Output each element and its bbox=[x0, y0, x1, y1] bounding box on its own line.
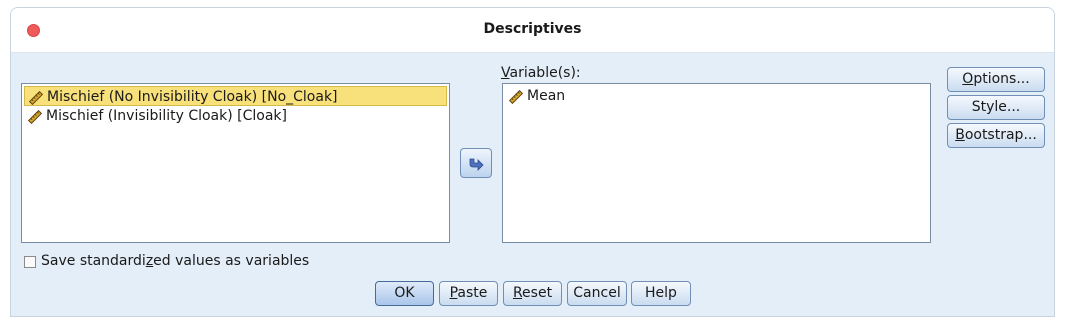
ok-button[interactable]: OK bbox=[375, 281, 434, 306]
help-button[interactable]: Help bbox=[631, 281, 691, 306]
scale-ruler-icon bbox=[509, 90, 523, 104]
move-to-variables-button[interactable] bbox=[460, 148, 492, 178]
title-bar: Descriptives bbox=[11, 8, 1054, 53]
list-item-label: Mischief (No Invisibility Cloak) [No_Clo… bbox=[47, 89, 338, 105]
variables-list[interactable]: Mean bbox=[502, 83, 931, 243]
options-button[interactable]: Options... bbox=[947, 67, 1045, 92]
list-item[interactable]: Mischief (No Invisibility Cloak) [No_Clo… bbox=[24, 86, 447, 106]
list-item[interactable]: Mean bbox=[505, 86, 565, 106]
descriptives-dialog: Descriptives Mischief (No Invisibility C… bbox=[10, 7, 1055, 317]
cancel-button[interactable]: Cancel bbox=[567, 281, 627, 306]
list-item-label: Mischief (Invisibility Cloak) [Cloak] bbox=[46, 108, 287, 124]
save-standardized-label: Save standardized values as variables bbox=[41, 253, 310, 269]
curved-arrow-right-icon bbox=[469, 158, 484, 171]
bootstrap-button[interactable]: Bootstrap... bbox=[947, 123, 1045, 148]
save-standardized-checkbox[interactable] bbox=[24, 256, 36, 268]
scale-ruler-icon bbox=[29, 91, 43, 105]
dialog-title: Descriptives bbox=[483, 21, 582, 37]
scale-ruler-icon bbox=[28, 110, 42, 124]
paste-button[interactable]: Paste bbox=[439, 281, 498, 306]
reset-button[interactable]: Reset bbox=[503, 281, 562, 306]
variables-label: Variable(s): bbox=[501, 65, 581, 81]
style-button[interactable]: Style... bbox=[947, 95, 1045, 120]
list-item-label: Mean bbox=[527, 88, 566, 104]
list-item[interactable]: Mischief (Invisibility Cloak) [Cloak] bbox=[24, 106, 287, 126]
source-variable-list[interactable]: Mischief (No Invisibility Cloak) [No_Clo… bbox=[21, 83, 450, 243]
